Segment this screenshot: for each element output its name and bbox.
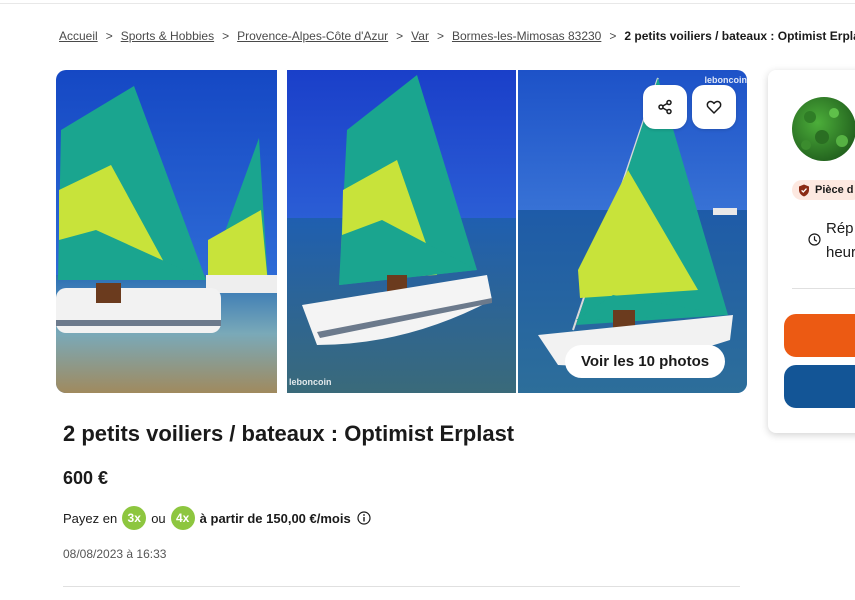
listing-price: 600 € <box>63 468 109 488</box>
breadcrumb-link-sports-hobbies[interactable]: Sports & Hobbies <box>121 29 214 43</box>
breadcrumb-link-accueil[interactable]: Accueil <box>59 29 98 43</box>
reply-time: Rép heur <box>826 217 855 265</box>
verified-id-badge: Pièce d <box>792 180 855 200</box>
info-icon[interactable] <box>357 511 371 525</box>
gallery-photo-1[interactable] <box>56 70 277 393</box>
breadcrumb-separator: > <box>436 29 444 43</box>
secondary-action-button[interactable] <box>784 365 855 408</box>
breadcrumb-current: 2 petits voiliers / bateaux : Optimist E… <box>624 29 855 43</box>
breadcrumb: Accueil > Sports & Hobbies > Provence-Al… <box>59 29 855 43</box>
verified-id-label: Pièce d <box>815 184 854 196</box>
seller-card: Pièce d Rép heur <box>768 70 855 433</box>
breadcrumb-separator: > <box>609 29 617 43</box>
clock-icon <box>808 233 821 246</box>
reply-time-line-1: Rép <box>826 220 854 237</box>
view-all-photos-button[interactable]: Voir les 10 photos <box>565 345 726 378</box>
payment-options: Payez en 3x ou 4x à partir de 150,00 €/m… <box>63 506 371 530</box>
seller-avatar-image <box>792 97 855 161</box>
pay-3x-badge[interactable]: 3x <box>122 506 147 530</box>
photo-gallery: leboncoin leboncoin Voir les 10 photos <box>56 70 747 393</box>
card-divider <box>792 288 855 289</box>
leboncoin-watermark: leboncoin <box>289 377 332 387</box>
avatar[interactable] <box>792 97 855 161</box>
payment-or: ou <box>151 510 166 526</box>
share-icon <box>658 99 672 115</box>
gallery-photo-2[interactable]: leboncoin <box>287 70 516 393</box>
heart-icon <box>706 100 722 114</box>
breadcrumb-separator: > <box>105 29 113 43</box>
pay-4x-badge[interactable]: 4x <box>170 506 195 530</box>
payment-prefix: Payez en <box>63 510 118 526</box>
breadcrumb-link-city[interactable]: Bormes-les-Mimosas 83230 <box>452 29 601 43</box>
photo-sailboat-front <box>287 70 516 393</box>
breadcrumb-separator: > <box>396 29 404 43</box>
top-border <box>0 3 855 4</box>
favorite-button[interactable] <box>692 85 736 129</box>
breadcrumb-link-region[interactable]: Provence-Alpes-Côte d'Azur <box>237 29 388 43</box>
reply-time-line-2: heur <box>826 244 855 261</box>
leboncoin-watermark: leboncoin <box>704 75 748 85</box>
photo-two-sailboats <box>56 70 277 393</box>
primary-action-button[interactable] <box>784 314 855 357</box>
listing-date: 08/08/2023 à 16:33 <box>63 547 167 561</box>
shield-check-icon <box>799 184 809 196</box>
payment-suffix: à partir de 150,00 €/mois <box>199 510 351 526</box>
listing-title: 2 petits voiliers / bateaux : Optimist E… <box>63 421 515 446</box>
share-button[interactable] <box>643 85 687 129</box>
breadcrumb-link-department[interactable]: Var <box>411 29 429 43</box>
section-divider <box>63 586 740 587</box>
breadcrumb-separator: > <box>222 29 230 43</box>
